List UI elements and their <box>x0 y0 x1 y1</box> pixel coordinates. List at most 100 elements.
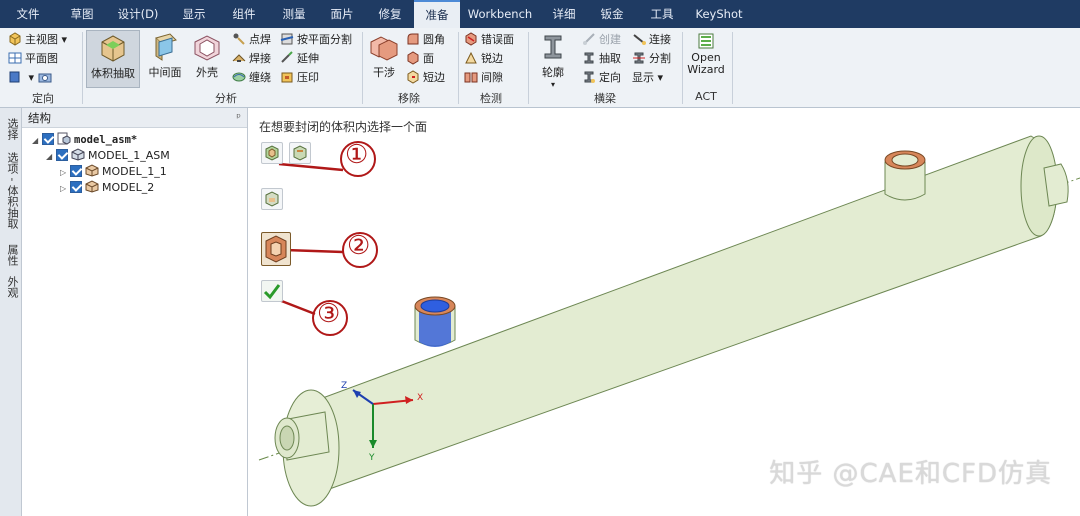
weld-icon <box>232 54 246 62</box>
tab-detail[interactable]: 详细 <box>544 0 584 28</box>
beam-connect-button[interactable]: 连接 <box>632 31 671 49</box>
extend-icon <box>281 51 293 63</box>
extend-button[interactable]: 延伸 <box>280 50 319 68</box>
imprint-icon <box>281 72 293 83</box>
tree-checkbox[interactable] <box>56 149 68 161</box>
side-tab-options[interactable]: 选项 - 体积抽取 <box>4 152 20 229</box>
tab-display[interactable]: 显示 <box>174 0 214 28</box>
spot-weld-icon <box>233 33 245 45</box>
tab-assembly[interactable]: 组件 <box>224 0 264 28</box>
side-tab-appearance[interactable]: 外观 <box>4 276 20 298</box>
annotation-leader-2 <box>284 248 344 254</box>
volume-extract-icon <box>101 35 125 62</box>
volume-preview-icon <box>265 235 287 263</box>
tab-sketch[interactable]: 草图 <box>62 0 102 28</box>
beam-create-button[interactable]: 创建 <box>582 31 621 49</box>
group-divider <box>528 32 529 104</box>
volume-extract-button[interactable]: 体积抽取 <box>86 30 140 88</box>
complete-check-button[interactable] <box>261 280 283 302</box>
open-wizard-button[interactable]: Open Wizard <box>686 30 726 88</box>
wrap-icon <box>232 72 246 82</box>
face-button[interactable]: 面 <box>406 50 434 68</box>
tab-tools[interactable]: 工具 <box>642 0 682 28</box>
i-beam-icon <box>544 35 562 59</box>
cube-blue-icon <box>9 71 20 83</box>
collapse-icon[interactable]: ◢ <box>46 149 56 165</box>
split-by-plane-button[interactable]: 按平面分割 <box>280 31 352 49</box>
structure-panel-title: 结构 <box>28 111 51 125</box>
menu-bar: 文件 草图 设计(D) 显示 组件 测量 面片 修复 准备 Workbench … <box>0 0 1080 28</box>
tree-checkbox[interactable] <box>70 181 82 193</box>
tab-workbench[interactable]: Workbench <box>466 0 534 28</box>
expand-icon[interactable]: ▷ <box>60 165 70 181</box>
interference-icon <box>370 36 398 61</box>
side-tab-select[interactable]: 选择 <box>4 118 20 140</box>
beam-display-button[interactable]: 显示 ▾ <box>632 69 663 87</box>
select-volume-face-button[interactable] <box>261 142 283 164</box>
short-edge-button[interactable]: 短边 <box>406 69 445 87</box>
3d-viewport[interactable]: 在想要封闭的体积内选择一个面 X Y Z ① ② ③ 知乎 @CAE和CFD仿真 <box>249 108 1080 516</box>
beam-extract-button[interactable]: 抽取 <box>582 50 621 68</box>
tab-prepare[interactable]: 准备 <box>414 0 460 28</box>
error-edge-button[interactable]: 错误面 <box>464 31 514 49</box>
detect-group-label: 检测 <box>480 92 502 105</box>
tab-file[interactable]: 文件 <box>8 0 48 28</box>
watermark: 知乎 @CAE和CFD仿真 <box>769 459 1052 489</box>
pin-icon[interactable]: ᵖ <box>236 108 241 128</box>
tab-measure[interactable]: 测量 <box>274 0 314 28</box>
shell-icon <box>194 35 220 61</box>
sharp-edge-button[interactable]: 锐边 <box>464 50 503 68</box>
part-icon <box>85 180 99 193</box>
beam-split-button[interactable]: 分割 <box>632 50 671 68</box>
extract-beam-icon <box>584 52 594 64</box>
act-group-label: ACT <box>695 90 717 103</box>
split-by-plane-icon <box>280 33 294 45</box>
annotation-1: ① <box>345 140 369 170</box>
tab-keyshot[interactable]: KeyShot <box>692 0 746 28</box>
part-icon <box>85 164 99 177</box>
side-tab-properties[interactable]: 属性 <box>4 244 20 266</box>
midsurface-icon <box>155 33 177 61</box>
tree-item-root[interactable]: ◢ model_asm* <box>32 132 137 148</box>
main-view-button[interactable]: 主视图 ▾ <box>8 31 67 49</box>
round-button[interactable]: 圆角 <box>406 31 445 49</box>
wrap-button[interactable]: 缠绕 <box>232 69 271 87</box>
beam-group-label: 横梁 <box>594 92 616 105</box>
preview-volume-button[interactable] <box>261 232 291 266</box>
orient-extra-button[interactable]: ▾ <box>8 69 55 87</box>
group-divider <box>82 32 83 104</box>
tree-checkbox[interactable] <box>70 165 82 177</box>
midsurface-button[interactable]: 中间面 <box>144 30 186 88</box>
weld-button[interactable]: 焊接 <box>232 50 271 68</box>
group-divider <box>362 32 363 104</box>
tab-sheet-metal[interactable]: 钣金 <box>590 0 634 28</box>
tree-checkbox[interactable] <box>42 133 54 145</box>
plane-view-button[interactable]: 平面图 <box>8 50 58 68</box>
axis-y-label: Y <box>368 453 375 463</box>
spot-weld-button[interactable]: 点焊 <box>232 31 271 49</box>
shell-button[interactable]: 外壳 <box>188 30 226 88</box>
imprint-button[interactable]: 压印 <box>280 69 319 87</box>
group-divider <box>682 32 683 104</box>
select-edge-loop-button[interactable] <box>289 142 311 164</box>
collapse-icon[interactable]: ◢ <box>32 133 42 149</box>
gap-button[interactable]: 间隙 <box>464 69 503 87</box>
view-cube-icon <box>9 32 21 46</box>
select-edge-icon <box>293 145 307 161</box>
select-capping-face-button[interactable] <box>261 188 283 210</box>
face-icon <box>407 51 419 65</box>
orient-beam-icon <box>584 71 595 83</box>
tree-item-model-1-1[interactable]: ▷ MODEL_1_1 <box>60 164 167 180</box>
tab-facets[interactable]: 面片 <box>322 0 362 28</box>
sharp-edge-icon <box>465 51 477 64</box>
tab-repair[interactable]: 修复 <box>370 0 410 28</box>
tree-item-model-1-asm[interactable]: ◢ MODEL_1_ASM <box>46 148 170 164</box>
beam-orient-button[interactable]: 定向 <box>582 69 621 87</box>
expand-icon[interactable]: ▷ <box>60 181 70 197</box>
profile-button[interactable]: 轮廓 ▾ <box>534 30 572 89</box>
tab-design[interactable]: 设计(D) <box>112 0 164 28</box>
annotation-3: ③ <box>317 299 341 329</box>
tree-item-model-2[interactable]: ▷ MODEL_2 <box>60 180 154 196</box>
interference-button[interactable]: 干涉 <box>366 30 402 88</box>
main-shell <box>284 135 1058 493</box>
